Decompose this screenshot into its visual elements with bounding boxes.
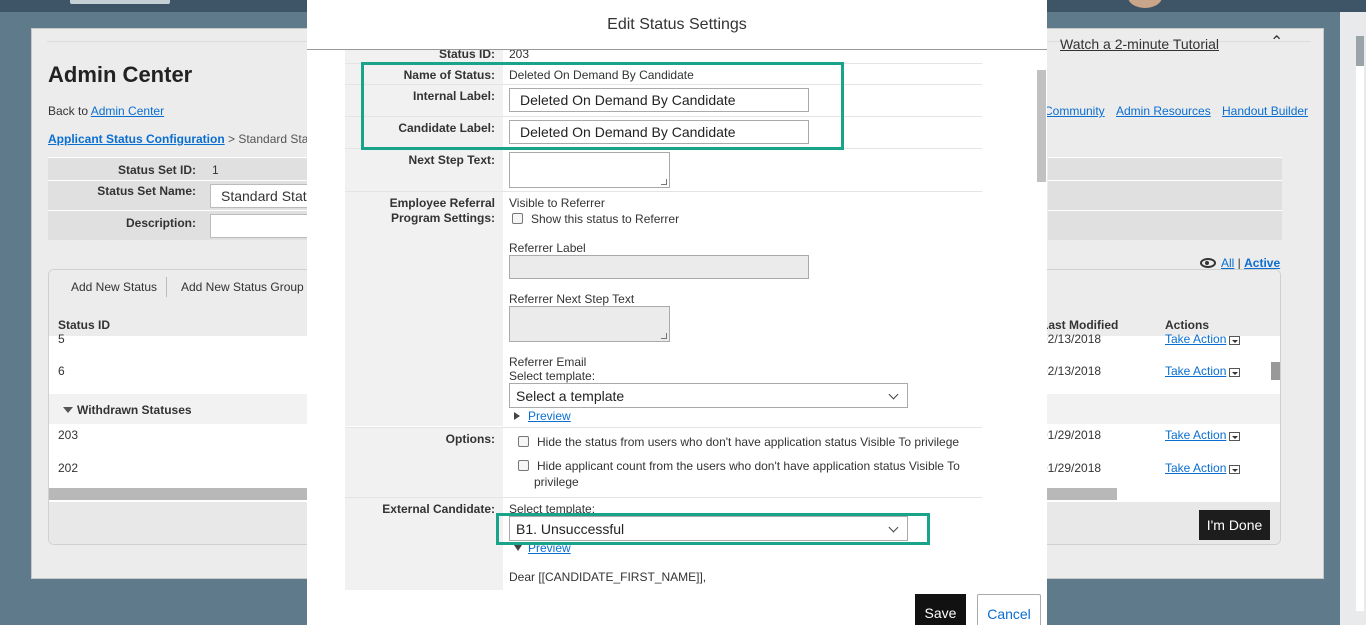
save-button[interactable]: Save [915,594,966,625]
take-action-link[interactable]: Take Action [1165,332,1241,346]
back-admin-center-link[interactable]: Admin Center [91,104,164,118]
chevron-down-icon [888,389,899,400]
next-step-label: Next Step Text: [408,153,495,167]
tutorial-link[interactable]: Watch a 2-minute Tutorial [1060,36,1219,52]
modal-scrollbar[interactable] [1037,70,1046,182]
external-template-select[interactable]: B1. Unsuccessful [509,516,908,541]
filter-all-link[interactable]: All [1221,256,1234,270]
options-label: Options: [445,432,495,446]
take-action-link[interactable]: Take Action [1165,461,1241,475]
take-action-link[interactable]: Take Action [1165,428,1241,442]
status-id-value: 203 [509,50,530,61]
status-id-label: Status ID: [438,50,495,61]
option-hide-status[interactable]: Hide the status from users who don't hav… [518,435,959,449]
im-done-button[interactable]: I'm Done [1199,510,1270,540]
name-of-status-label: Name of Status: [403,68,495,82]
admin-resources-link[interactable]: Admin Resources [1116,104,1211,118]
dropdown-icon [1229,368,1241,377]
breadcrumb-link[interactable]: Applicant Status Configuration [48,132,225,146]
dropdown-icon [1229,465,1241,474]
page-title: Admin Center [48,62,193,87]
show-status-referrer-checkbox[interactable] [512,213,523,224]
referrer-template-select[interactable]: Select a template [509,383,908,408]
add-new-status-button[interactable]: Add New Status [71,280,157,294]
community-link[interactable]: Community [1044,104,1105,118]
description-row: Description: [48,210,330,240]
hide-status-checkbox[interactable] [518,436,529,447]
chevron-down-icon [888,522,899,533]
modal-title: Edit Status Settings [607,16,747,33]
referrer-next-step-textarea [509,306,670,342]
external-preview-link[interactable]: Preview [514,541,571,555]
referrer-label-input [509,255,809,279]
modal-footer: Save Cancel [307,590,1047,625]
page-scrollbar-thumb[interactable] [1356,36,1364,66]
expand-icon [514,412,520,420]
name-of-status-value: Deleted On Demand By Candidate [509,68,694,82]
add-new-status-group-button[interactable]: Add New Status Group [181,280,304,294]
collapse-icon [514,545,522,551]
referrer-email-title: Referrer Email [509,355,587,369]
dropdown-icon [1229,432,1241,441]
eye-icon [1200,258,1216,268]
show-status-referrer-option[interactable]: Show this status to Referrer [512,212,679,226]
dropdown-icon [1229,336,1241,345]
referrer-preview-link[interactable]: Preview [514,409,571,423]
breadcrumb: Applicant Status Configuration > Standar… [48,132,312,146]
chevron-up-icon[interactable]: ⌃ [1270,32,1283,52]
candidate-label-input[interactable]: Deleted On Demand By Candidate [509,120,809,144]
referral-label: Employee Referral Program Settings: [389,196,495,225]
visible-to-referrer-text: Visible to Referrer [509,196,605,210]
logo [70,0,170,4]
cancel-button[interactable]: Cancel [977,594,1041,625]
referrer-label-title: Referrer Label [509,241,586,255]
candidate-label-label: Candidate Label: [398,121,495,135]
collapse-icon [63,407,73,413]
edit-status-modal: Edit Status Settings Status ID: 203 Name… [307,0,1047,625]
filter-active-link[interactable]: Active [1244,256,1280,270]
referrer-select-template-label: Select template: [509,369,596,383]
next-step-textarea[interactable] [509,152,670,188]
status-filter: All | Active [1200,256,1280,270]
modal-body: Status ID: 203 Name of Status: Deleted O… [345,50,982,590]
external-select-template-label: Select template: [509,502,596,516]
internal-label-input[interactable]: Deleted On Demand By Candidate [509,88,809,112]
take-action-link[interactable]: Take Action [1165,364,1241,378]
status-set-name-row: Status Set Name: Standard Stat [48,180,330,210]
hide-count-checkbox[interactable] [518,460,529,471]
external-candidate-label: External Candidate: [382,502,495,516]
email-body-text: Dear [[CANDIDATE_FIRST_NAME]], [509,570,707,584]
back-link-row: Back to Admin Center [48,104,165,118]
option-hide-count[interactable]: Hide applicant count from the users who … [518,459,978,473]
internal-label-label: Internal Label: [412,89,495,103]
page-scrollbar[interactable] [1356,36,1364,611]
handout-builder-link[interactable]: Handout Builder [1222,104,1308,118]
status-set-id-row: Status Set ID: 1 [48,157,308,180]
table-vertical-scrollbar[interactable] [1271,362,1280,380]
referrer-next-step-title: Referrer Next Step Text [509,292,635,306]
